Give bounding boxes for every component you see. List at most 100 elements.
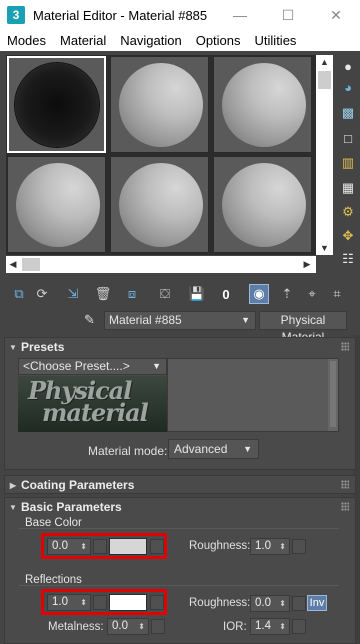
sample-vertical-scrollbar[interactable]: ▲ ▼ [316, 55, 333, 255]
sample-sphere [15, 63, 99, 147]
material-mode-label: Material mode: [88, 444, 168, 458]
put-to-library-icon[interactable]: ⛋ [155, 284, 175, 304]
material-map-navigator-icon[interactable]: ☷ [339, 250, 357, 268]
grip-icon[interactable] [341, 480, 349, 489]
grip-icon[interactable] [341, 342, 349, 351]
show-end-result-icon[interactable]: ⇡ [277, 284, 297, 304]
close-button[interactable]: ✕ [312, 0, 360, 30]
video-color-check-icon[interactable]: ▥ [339, 154, 357, 172]
scroll-down-icon[interactable]: ▼ [316, 241, 333, 255]
menu-material[interactable]: Material [53, 33, 113, 48]
spinner-arrows-icon[interactable]: ⬍ [279, 619, 286, 634]
reset-map-icon[interactable]: 🗑 [93, 284, 113, 304]
physical-material-logo: Physical material [18, 376, 167, 432]
sample-slot-3[interactable] [213, 56, 312, 153]
menu-options[interactable]: Options [189, 33, 248, 48]
coating-title: Coating Parameters [21, 478, 135, 492]
spinner-arrows-icon[interactable]: ⬍ [80, 595, 87, 610]
base-roughness-label: Roughness: [189, 540, 251, 552]
side-toolbar: ● ◕ ▩ □ ▥ ▦ ⚙ ✥ ☷ [336, 51, 360, 276]
scroll-thumb[interactable] [22, 258, 40, 271]
logo-line-2: material [42, 398, 149, 427]
maximize-button[interactable]: ☐ [264, 0, 312, 30]
presets-panel: ▼ Presets <Choose Preset....> ▼ Physical… [4, 337, 356, 470]
base-color-map-button[interactable] [150, 539, 164, 554]
menu-modes[interactable]: Modes [0, 33, 53, 48]
reflection-color-map-button[interactable] [150, 595, 164, 610]
sample-horizontal-scrollbar[interactable]: ◀ ▶ [6, 256, 316, 273]
reflection-roughness-value: 0.0 [255, 597, 271, 609]
spinner-arrows-icon[interactable]: ⬍ [138, 619, 145, 634]
reflection-weight-spinner[interactable]: 1.0 ⬍ [47, 594, 91, 611]
preset-list-scrollbar[interactable] [328, 359, 338, 431]
base-weight-spinner[interactable]: 0.0 ⬍ [47, 538, 91, 555]
ior-value: 1.4 [255, 620, 271, 632]
assign-to-selection-icon[interactable]: ⇲ [63, 284, 83, 304]
collapse-triangle-icon: ▼ [9, 502, 17, 512]
put-to-scene-icon[interactable]: ⟳ [32, 284, 52, 304]
material-name-field[interactable]: Material #885 ▼ [104, 311, 256, 330]
preset-dropdown[interactable]: <Choose Preset....> ▼ [18, 358, 167, 375]
preset-list[interactable] [167, 358, 339, 432]
ior-label: IOR: [223, 621, 247, 633]
scroll-left-icon[interactable]: ◀ [6, 256, 20, 273]
chevron-down-icon[interactable]: ▼ [241, 312, 250, 329]
presets-header[interactable]: ▼ Presets [5, 338, 355, 356]
material-name-value: Material #885 [109, 313, 182, 327]
material-type-button[interactable]: Physical Material [259, 311, 347, 344]
scroll-right-icon[interactable]: ▶ [300, 256, 314, 273]
grip-icon[interactable] [341, 502, 349, 511]
sample-slot-1[interactable] [7, 56, 106, 153]
basic-parameters-panel: ▼ Basic Parameters Base Color 0.0 ⬍ Roug… [4, 497, 356, 644]
menu-utilities[interactable]: Utilities [248, 33, 304, 48]
base-color-swatch[interactable] [109, 538, 147, 555]
options-icon[interactable]: ⚙ [339, 203, 357, 221]
base-roughness-map-button[interactable] [292, 539, 306, 554]
reflection-color-swatch[interactable] [109, 594, 147, 611]
backlight-icon[interactable]: ◕ [339, 78, 357, 96]
menu-navigation[interactable]: Navigation [113, 33, 188, 48]
sample-slot-4[interactable] [7, 156, 106, 253]
base-weight-map-button[interactable] [93, 539, 107, 554]
background-checker-icon[interactable]: ▩ [339, 104, 357, 122]
base-roughness-spinner[interactable]: 1.0 ⬍ [250, 538, 290, 555]
metalness-spinner[interactable]: 0.0 ⬍ [107, 618, 149, 635]
sample-type-icon[interactable]: ● [339, 57, 357, 75]
effect-channel-icon[interactable]: 0 [216, 284, 236, 304]
uv-tiling-icon[interactable]: □ [339, 129, 357, 147]
eyedropper-icon[interactable]: ✎ [84, 312, 100, 328]
show-shaded-material-icon[interactable]: ◉ [249, 284, 269, 304]
select-by-material-icon[interactable]: ✥ [339, 227, 357, 245]
go-to-parent-icon[interactable]: ⌖ [302, 284, 322, 304]
scroll-thumb[interactable] [318, 71, 331, 89]
sample-slot-5[interactable] [110, 156, 209, 253]
material-id-channel-icon[interactable]: 💾 [187, 284, 207, 304]
reflection-weight-map-button[interactable] [93, 595, 107, 610]
material-mode-dropdown[interactable]: Advanced ▼ [168, 439, 259, 459]
scroll-up-icon[interactable]: ▲ [316, 55, 333, 69]
basic-header[interactable]: ▼ Basic Parameters [5, 498, 355, 516]
coating-header[interactable]: ▶ Coating Parameters [5, 476, 355, 494]
minimize-button[interactable]: — [216, 0, 264, 30]
go-forward-to-sibling-icon[interactable]: ⌗ [327, 284, 347, 304]
spinner-arrows-icon[interactable]: ⬍ [80, 539, 87, 554]
app-icon: 3 [7, 6, 25, 24]
roughness-invert-button[interactable]: Inv [307, 595, 327, 611]
spinner-arrows-icon[interactable]: ⬍ [279, 596, 286, 611]
title-bar: 3 Material Editor - Material #885 — ☐ ✕ [0, 0, 360, 30]
chevron-down-icon[interactable]: ▼ [243, 440, 252, 458]
chevron-down-icon[interactable]: ▼ [152, 359, 161, 374]
sample-slot-2[interactable] [110, 56, 209, 153]
make-preview-icon[interactable]: ▦ [339, 179, 357, 197]
reflection-roughness-map-button[interactable] [292, 596, 306, 611]
ior-map-button[interactable] [292, 619, 306, 634]
ior-spinner[interactable]: 1.4 ⬍ [250, 618, 290, 635]
reflection-roughness-label: Roughness: [189, 597, 251, 609]
metalness-map-button[interactable] [151, 619, 165, 634]
reflection-weight-value: 1.0 [52, 596, 68, 608]
reflection-roughness-spinner[interactable]: 0.0 ⬍ [250, 595, 290, 612]
get-material-icon[interactable]: ⧉ [9, 284, 29, 304]
sample-slot-6[interactable] [213, 156, 312, 253]
spinner-arrows-icon[interactable]: ⬍ [279, 539, 286, 554]
make-unique-icon[interactable]: ⧈ [122, 284, 142, 304]
